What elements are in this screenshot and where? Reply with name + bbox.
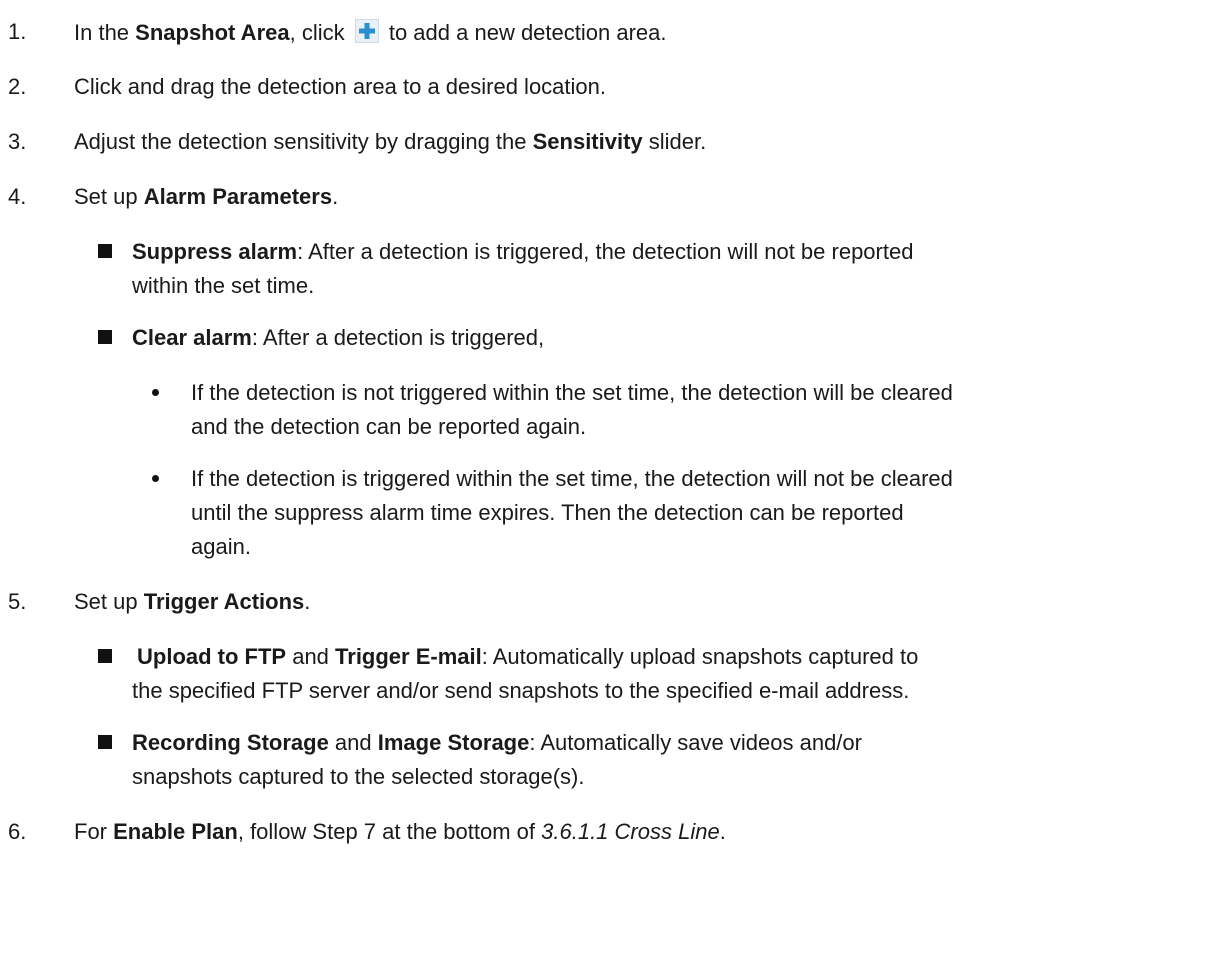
square-bullet-icon: [98, 649, 112, 663]
step-text: Set up Alarm Parameters.: [74, 184, 339, 209]
square-bullet-icon: [98, 244, 112, 258]
sub-list-item: If the detection is not triggered within…: [191, 380, 953, 405]
ui-term: Trigger Actions: [143, 589, 305, 614]
step-number: 4.: [8, 184, 27, 209]
cross-reference: 3.6.1.1 Cross Line: [541, 819, 720, 844]
step-text: Adjust the detection sensitivity by drag…: [74, 129, 707, 154]
step-number: 1.: [8, 19, 27, 44]
list-item-continuation: within the set time.: [132, 273, 315, 298]
ui-term: Clear alarm: [132, 325, 252, 350]
plus-icon: [354, 19, 379, 43]
list-item-continuation: snapshots captured to the selected stora…: [132, 764, 585, 789]
step-number: 2.: [8, 74, 27, 99]
sub-list-item-continuation: until the suppress alarm time expires. T…: [191, 500, 904, 525]
list-item: Clear alarm: After a detection is trigge…: [132, 325, 545, 350]
list-item: Recording Storage and Image Storage: Aut…: [132, 730, 862, 755]
sub-list-item-continuation: again.: [191, 534, 251, 559]
step-number: 5.: [8, 589, 27, 614]
ui-term: Recording Storage: [132, 730, 329, 755]
square-bullet-icon: [98, 735, 112, 749]
list-item: Upload to FTP and Trigger E-mail: Automa…: [137, 644, 919, 669]
step-text: For Enable Plan, follow Step 7 at the bo…: [74, 819, 726, 844]
ui-term: Image Storage: [377, 730, 530, 755]
step-text: In the Snapshot Area, click to add a new…: [74, 19, 667, 45]
ui-term: Suppress alarm: [132, 239, 298, 264]
step-number: 6.: [8, 819, 27, 844]
sub-list-item: If the detection is triggered within the…: [191, 466, 953, 491]
step-text: Click and drag the detection area to a d…: [74, 74, 606, 99]
round-bullet-icon: [152, 389, 159, 396]
ui-term: Sensitivity: [532, 129, 643, 154]
square-bullet-icon: [98, 330, 112, 344]
ui-term: Trigger E-mail: [335, 644, 482, 669]
ui-term: Enable Plan: [113, 819, 238, 844]
ui-term: Alarm Parameters: [143, 184, 333, 209]
step-text: Set up Trigger Actions.: [74, 589, 311, 614]
list-item: Suppress alarm: After a detection is tri…: [132, 239, 914, 264]
step-number: 3.: [8, 129, 27, 154]
ui-term: Upload to FTP: [137, 644, 287, 669]
list-item-continuation: the specified FTP server and/or send sna…: [132, 678, 910, 703]
ui-term: Snapshot Area: [135, 20, 290, 45]
sub-list-item-continuation: and the detection can be reported again.: [191, 414, 587, 439]
round-bullet-icon: [152, 475, 159, 482]
